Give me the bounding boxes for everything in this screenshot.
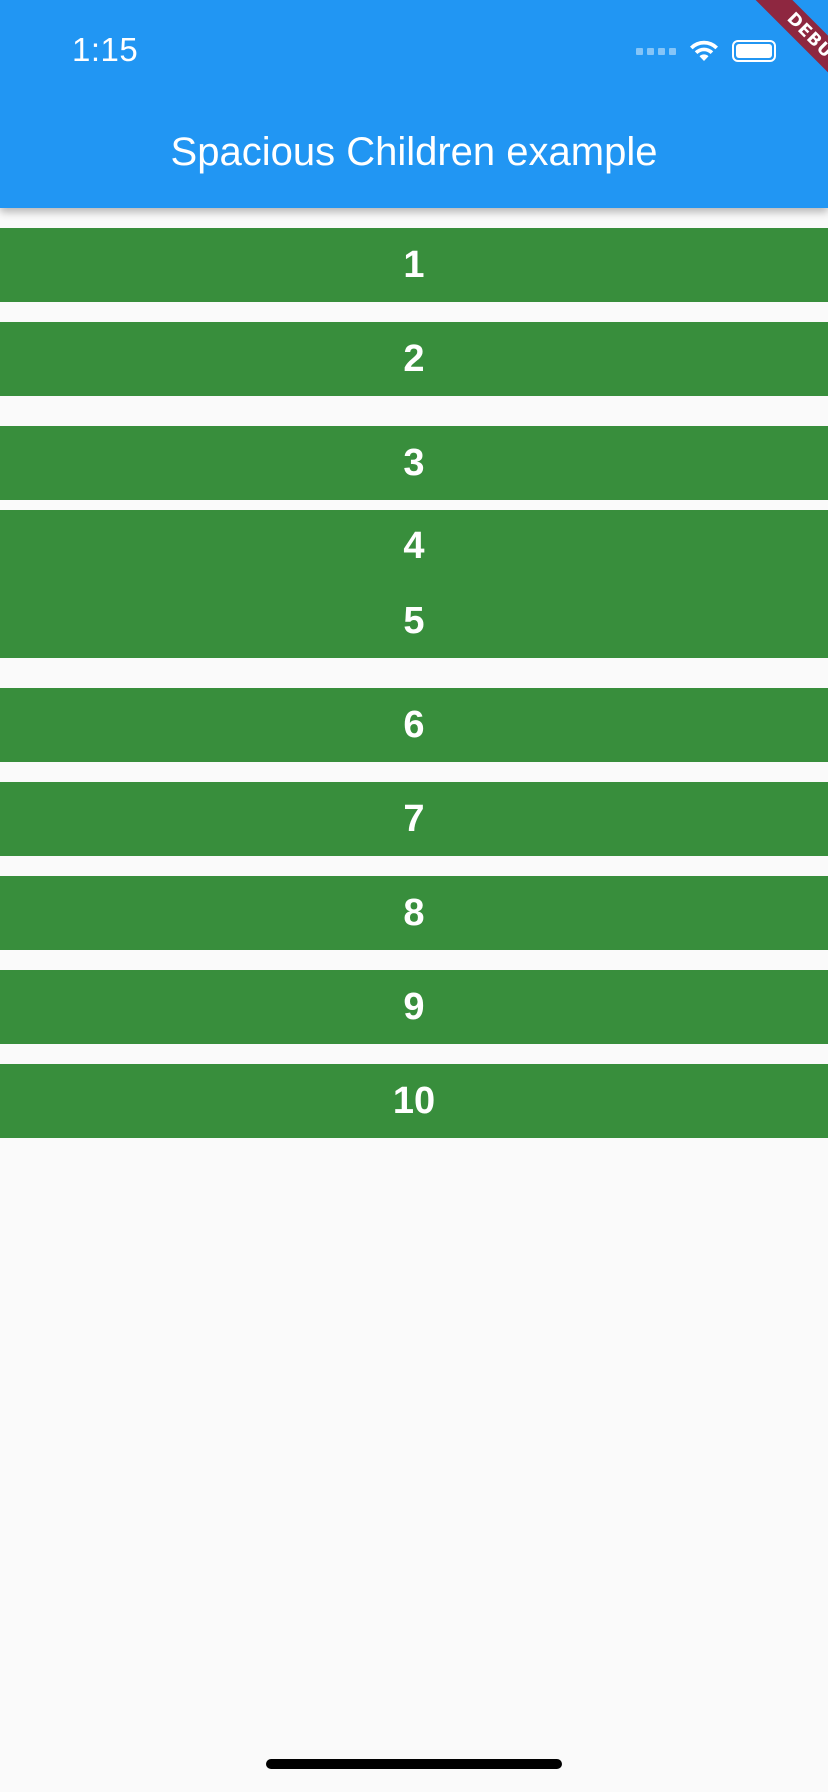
list-item: 10: [0, 1064, 828, 1138]
list-item: 9: [0, 970, 828, 1044]
list-item-label: 7: [403, 798, 425, 840]
list-item-label: 8: [403, 892, 425, 934]
home-indicator[interactable]: [266, 1759, 562, 1769]
list-item: 6: [0, 688, 828, 762]
status-time: 1:15: [72, 31, 139, 68]
list-item: 1: [0, 228, 828, 302]
list-item-label: 10: [392, 1080, 436, 1122]
list-item-label: 3: [403, 442, 425, 484]
list-item-label: 9: [403, 986, 425, 1028]
page-title: Spacious Children example: [170, 130, 658, 174]
list-item-label: 5: [403, 600, 425, 642]
list-item-label: 4: [403, 525, 425, 567]
debug-banner: DEBUG: [708, 0, 828, 120]
debug-banner-label: DEBUG: [738, 0, 828, 118]
list-item-label: 6: [403, 704, 425, 746]
cellular-signal-icon: [636, 47, 676, 55]
list-item: 3: [0, 426, 828, 500]
list-item-label: 2: [403, 338, 425, 380]
app-bar: 1:15 Spacious Children example: [0, 0, 828, 208]
list-item: 7: [0, 782, 828, 856]
list-item: 8: [0, 876, 828, 950]
list-item: 2: [0, 322, 828, 396]
list-item-group: 4 5: [0, 510, 828, 658]
list-item-label: 1: [403, 244, 425, 286]
